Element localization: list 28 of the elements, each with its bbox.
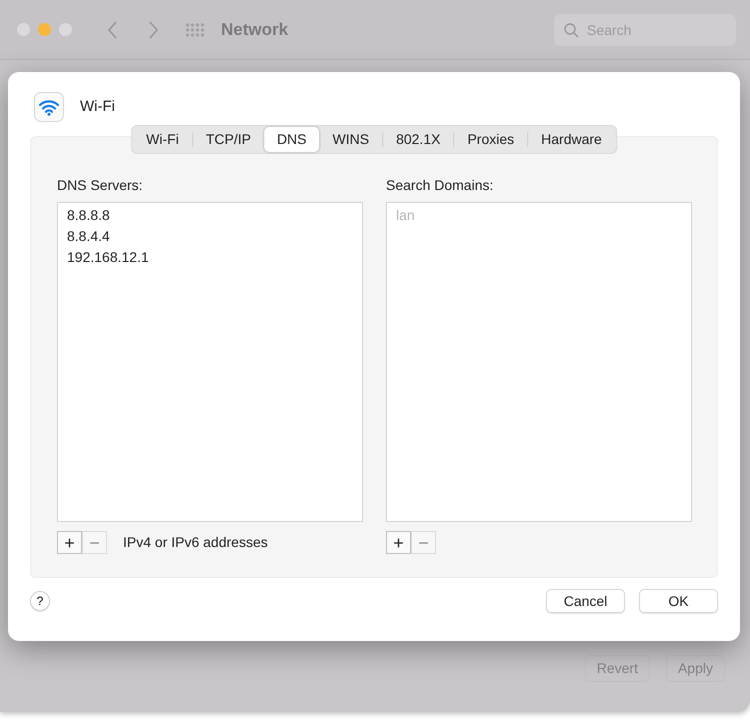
back-icon[interactable] <box>108 20 118 38</box>
grid-icon[interactable] <box>185 22 205 38</box>
help-button[interactable]: ? <box>30 591 50 611</box>
window-title: Network <box>221 18 288 41</box>
cancel-button[interactable]: Cancel <box>546 589 625 613</box>
search-icon <box>564 22 579 38</box>
list-item[interactable]: 192.168.12.1 <box>67 247 353 268</box>
tab[interactable]: Proxies <box>454 127 528 152</box>
service-name: Wi-Fi <box>80 96 115 117</box>
wifi-icon <box>34 92 64 122</box>
minimize-button[interactable] <box>38 23 51 36</box>
panel-title: DNS Servers: <box>57 176 144 195</box>
tab[interactable]: WINS <box>320 127 382 152</box>
add-button[interactable]: + <box>57 531 82 554</box>
list-item[interactable]: 8.8.8.8 <box>67 205 353 226</box>
forward-icon[interactable] <box>148 20 158 38</box>
tab[interactable]: Hardware <box>528 127 615 152</box>
tab[interactable]: 802.1X <box>383 127 454 152</box>
tab[interactable]: TCP/IP <box>192 127 264 152</box>
list-field[interactable]: 8.8.8.8 8.8.4.4 192.168.12.1 <box>57 202 363 522</box>
tab[interactable]: Wi-Fi <box>133 127 192 152</box>
panel-title: Search Domains: <box>386 176 494 195</box>
add-button[interactable]: + <box>386 531 411 554</box>
ok-button[interactable]: OK <box>639 589 718 613</box>
hint-text: IPv4 or IPv6 addresses <box>123 533 268 552</box>
tab[interactable]: DNS <box>264 127 320 152</box>
list-placeholder: lan <box>396 206 416 225</box>
list-item[interactable]: 8.8.4.4 <box>67 226 353 247</box>
